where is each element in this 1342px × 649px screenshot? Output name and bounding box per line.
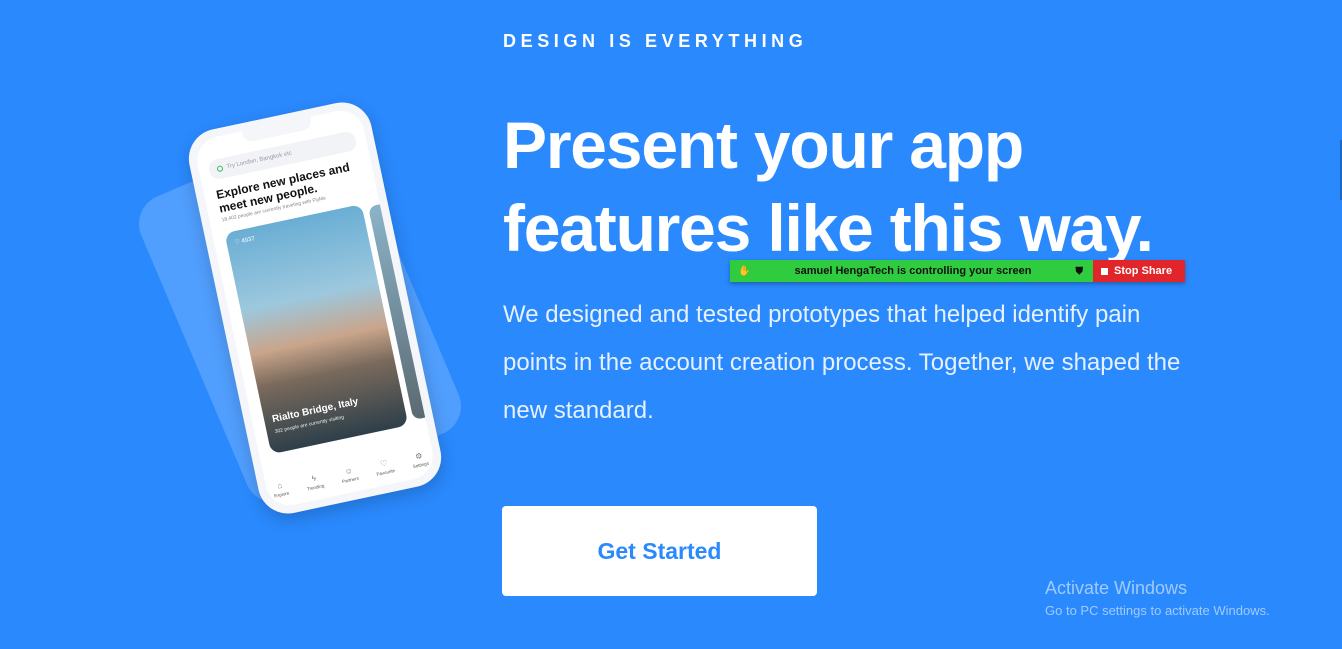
phone-tab-favourite: ♡ Favourite xyxy=(374,457,396,477)
phone-notch xyxy=(241,116,313,144)
phone-tab-label: Favourite xyxy=(376,467,396,477)
watermark-subtitle: Go to PC settings to activate Windows. xyxy=(1045,603,1270,618)
phone-tab-partners: ☺ Partners xyxy=(339,465,360,485)
remote-control-icon: ✋ xyxy=(738,265,751,277)
phone-tab-explore: ⌂ Explore xyxy=(271,480,290,499)
screen-share-status: ✋ samuel HengaTech is controlling your s… xyxy=(730,260,1093,282)
shield-icon: ⛊ xyxy=(1075,265,1084,277)
phone-tab-bar: ⌂ Explore ϟ Trending ☺ Partners ♡ Favourite … xyxy=(271,450,430,499)
hero-description: We designed and tested prototypes that h… xyxy=(503,301,1181,424)
phone-tab-label: Settings xyxy=(412,460,430,470)
place-likes-count: 4937 xyxy=(241,236,256,245)
phone-tab-label: Explore xyxy=(273,490,290,499)
partners-icon: ☺ xyxy=(343,465,354,477)
search-icon xyxy=(216,165,224,173)
screen-share-status-text: samuel HengaTech is controlling your scr… xyxy=(794,265,1032,277)
phone-tab-settings: ⚙ Settings xyxy=(410,450,429,469)
gear-icon: ⚙ xyxy=(414,450,424,462)
watermark-title: Activate Windows xyxy=(1045,578,1188,598)
get-started-button[interactable]: Get Started xyxy=(502,506,817,596)
phone-screen: Try London, Bangkok etc Explore new plac… xyxy=(192,106,438,510)
trending-icon: ϟ xyxy=(310,473,317,484)
phone-tab-trending: ϟ Trending xyxy=(304,472,325,492)
heart-icon: ♡ xyxy=(234,239,241,247)
windows-activation-watermark: Activate Windows Go to PC settings to ac… xyxy=(1045,578,1270,618)
explore-icon: ⌂ xyxy=(276,480,284,491)
stop-share-label: Stop Share xyxy=(1114,265,1173,277)
screen-share-bar: ✋ samuel HengaTech is controlling your s… xyxy=(730,260,1185,282)
heart-icon: ♡ xyxy=(379,458,389,469)
headline-line-2: features like this way. xyxy=(503,191,1154,265)
place-likes: ♡ 4937 xyxy=(234,235,255,246)
eyebrow-text: DESIGN IS EVERYTHING xyxy=(503,31,808,51)
headline-line-1: Present your app xyxy=(503,108,1024,182)
phone-tab-label: Trending xyxy=(306,483,325,492)
stop-share-button[interactable]: Stop Share xyxy=(1093,260,1185,282)
phone-tab-label: Partners xyxy=(341,475,360,485)
stop-icon xyxy=(1101,267,1108,275)
page-headline: Present your app features like this way. xyxy=(503,104,1243,270)
phone-search-placeholder: Try London, Bangkok etc xyxy=(226,150,293,171)
phone-mockup: Try London, Bangkok etc Explore new plac… xyxy=(183,96,447,520)
